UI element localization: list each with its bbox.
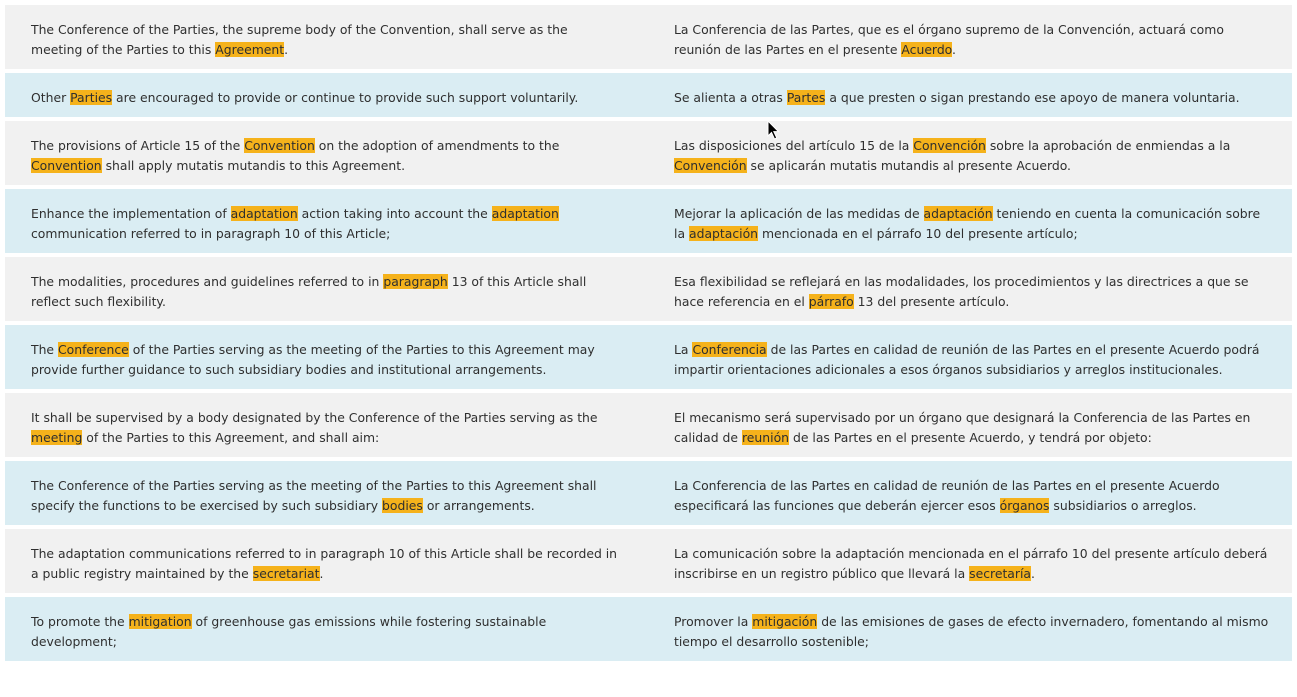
highlighted-term: paragraph <box>383 274 448 289</box>
text-segment: La <box>674 342 693 357</box>
highlighted-term: secretaría <box>969 566 1032 581</box>
highlighted-term: reunión <box>741 430 790 445</box>
target-text-cell: La Conferencia de las Partes en calidad … <box>648 340 1292 380</box>
text-segment: or arrangements. <box>422 498 535 513</box>
source-text-cell: Other Parties are encouraged to provide … <box>5 88 648 108</box>
mouse-pointer-icon <box>767 120 780 140</box>
text-segment: of the Parties to this Agreement, and sh… <box>82 430 380 445</box>
highlighted-term: mitigación <box>752 614 818 629</box>
table-row: The modalities, procedures and guideline… <box>5 257 1292 321</box>
table-row: It shall be supervised by a body designa… <box>5 393 1292 457</box>
source-text-cell: The Conference of the Parties, the supre… <box>5 20 648 60</box>
source-text-cell: To promote the mitigation of greenhouse … <box>5 612 648 652</box>
highlighted-term: Convención <box>913 138 986 153</box>
highlighted-term: párrafo <box>808 294 854 309</box>
text-segment: on the adoption of amendments to the <box>314 138 560 153</box>
text-segment: The Conference of the Parties, the supre… <box>31 22 568 57</box>
text-segment: The provisions of Article 15 of the <box>31 138 245 153</box>
target-text-cell: La comunicación sobre la adaptación menc… <box>648 544 1292 584</box>
text-segment: To promote the <box>31 614 129 629</box>
highlighted-term: adaptation <box>491 206 559 221</box>
target-text-cell: Promover la mitigación de las emisiones … <box>648 612 1292 652</box>
highlighted-term: Parties <box>70 90 113 105</box>
target-text-cell: La Conferencia de las Partes en calidad … <box>648 476 1292 516</box>
text-segment: subsidiarios o arreglos. <box>1049 498 1197 513</box>
text-segment: . <box>284 42 289 57</box>
highlighted-term: Conference <box>57 342 129 357</box>
highlighted-term: Convention <box>244 138 315 153</box>
highlighted-term: Convention <box>31 158 102 173</box>
text-segment: Promover la <box>674 614 753 629</box>
highlighted-term: meeting <box>31 430 83 445</box>
text-segment: Mejorar la aplicación de las medidas de <box>674 206 924 221</box>
text-segment: The adaptation communications referred t… <box>31 546 618 581</box>
highlighted-term: órganos <box>999 498 1050 513</box>
text-segment: shall apply mutatis mutandis to this Agr… <box>101 158 406 173</box>
target-text-cell: Se alienta a otras Partes a que presten … <box>648 88 1292 108</box>
target-text-cell: El mecanismo será supervisado por un órg… <box>648 408 1292 448</box>
target-text-cell: Mejorar la aplicación de las medidas de … <box>648 204 1292 244</box>
target-text-cell: Las disposiciones del artículo 15 de la … <box>648 136 1292 176</box>
table-row: To promote the mitigation of greenhouse … <box>5 597 1292 661</box>
highlighted-term: Partes <box>786 90 826 105</box>
source-text-cell: The Conference of the Parties serving as… <box>5 340 648 380</box>
highlighted-term: Acuerdo <box>901 42 953 57</box>
source-text-cell: The adaptation communications referred t… <box>5 544 648 584</box>
highlighted-term: adaptation <box>230 206 298 221</box>
text-segment: a que presten o sigan prestando ese apoy… <box>825 90 1240 105</box>
target-text-cell: Esa flexibilidad se reflejará en las mod… <box>648 272 1292 312</box>
text-segment: . <box>1031 566 1035 581</box>
table-row: The Conference of the Parties, the supre… <box>5 5 1292 69</box>
translation-table: The Conference of the Parties, the supre… <box>5 5 1292 665</box>
highlighted-term: Conferencia <box>692 342 767 357</box>
text-segment: se aplicarán mutatis mutandis al present… <box>746 158 1072 173</box>
text-segment: 13 del presente artículo. <box>853 294 1010 309</box>
table-row: The Conference of the Parties serving as… <box>5 461 1292 525</box>
table-row: The Conference of the Parties serving as… <box>5 325 1292 389</box>
text-segment: . <box>952 42 956 57</box>
highlighted-term: Convención <box>674 158 747 173</box>
text-segment: Las disposiciones del artículo 15 de la <box>674 138 914 153</box>
source-text-cell: It shall be supervised by a body designa… <box>5 408 648 448</box>
text-segment: Se alienta a otras <box>674 90 787 105</box>
source-text-cell: The Conference of the Parties serving as… <box>5 476 648 516</box>
text-segment: action taking into account the <box>297 206 492 221</box>
text-segment: are encouraged to provide or continue to… <box>112 90 579 105</box>
source-text-cell: Enhance the implementation of adaptation… <box>5 204 648 244</box>
table-row: The provisions of Article 15 of the Conv… <box>5 121 1292 185</box>
text-segment: The modalities, procedures and guideline… <box>31 274 384 289</box>
source-text-cell: The provisions of Article 15 of the Conv… <box>5 136 648 176</box>
text-segment: The <box>31 342 58 357</box>
text-segment: sobre la aprobación de enmiendas a la <box>985 138 1231 153</box>
highlighted-term: adaptación <box>923 206 993 221</box>
text-segment: . <box>319 566 324 581</box>
table-row: The adaptation communications referred t… <box>5 529 1292 593</box>
highlighted-term: bodies <box>382 498 423 513</box>
highlighted-term: adaptación <box>688 226 759 241</box>
table-row: Enhance the implementation of adaptation… <box>5 189 1292 253</box>
target-text-cell: La Conferencia de las Partes, que es el … <box>648 20 1292 60</box>
text-segment: Enhance the implementation of <box>31 206 231 221</box>
text-segment: It shall be supervised by a body designa… <box>31 410 598 425</box>
text-segment: Other <box>31 90 71 105</box>
text-segment: de las Partes en el presente Acuerdo, y … <box>789 430 1152 445</box>
highlighted-term: secretariat <box>252 566 320 581</box>
source-text-cell: The modalities, procedures and guideline… <box>5 272 648 312</box>
highlighted-term: mitigation <box>128 614 192 629</box>
text-segment: mencionada en el párrafo 10 del presente… <box>758 226 1078 241</box>
highlighted-term: Agreement <box>215 42 285 57</box>
table-row: Other Parties are encouraged to provide … <box>5 73 1292 117</box>
text-segment: communication referred to in paragraph 1… <box>31 226 391 241</box>
